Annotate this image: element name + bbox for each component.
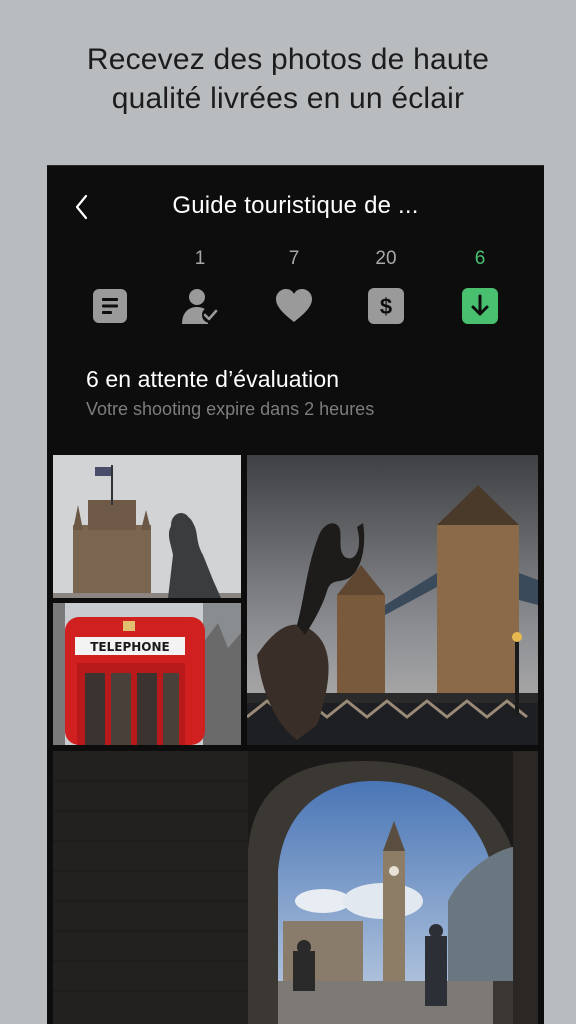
tab-selected[interactable]: 1: [165, 246, 235, 326]
top-bar: Guide touristique de ...: [47, 166, 544, 246]
pending-section: 6 en attente d’évaluation Votre shooting…: [86, 366, 374, 420]
tab-purchases[interactable]: 20 $: [351, 246, 421, 326]
tab-details[interactable]: [75, 246, 145, 326]
svg-text:$: $: [380, 294, 392, 319]
tab-selected-count: 1: [194, 248, 206, 269]
dollar-icon: $: [368, 288, 404, 324]
page-title: Guide touristique de ...: [172, 192, 419, 219]
promo-line-2: qualité livrées en un éclair: [111, 82, 465, 115]
tab-downloads[interactable]: 6: [445, 246, 515, 326]
download-icon: [462, 288, 498, 324]
tab-details-count: [75, 246, 145, 272]
heart-icon: [276, 289, 312, 322]
app-screen: Guide touristique de ... 1 7 20 $ 6 6 en…: [47, 165, 544, 1024]
list-icon: [93, 289, 127, 323]
tab-favorites[interactable]: 7: [259, 246, 329, 326]
photo-tower-bridge[interactable]: [247, 455, 538, 745]
pending-heading: 6 en attente d’évaluation: [86, 366, 340, 392]
photo-parliament-statue[interactable]: [53, 455, 241, 598]
tab-purchases-count: 20: [375, 248, 397, 269]
stats-bar: 1 7 20 $ 6: [47, 246, 544, 326]
tab-downloads-count: 6: [474, 248, 486, 269]
promo-line-1: Recevez des photos de haute: [86, 43, 490, 76]
user-check-icon: [182, 289, 218, 324]
photo-arch-big-ben[interactable]: [53, 751, 538, 1024]
photo-telephone-booth[interactable]: TELEPHONE: [53, 603, 241, 745]
tab-favorites-count: 7: [288, 248, 300, 269]
pending-subtext: Votre shooting expire dans 2 heures: [86, 399, 375, 419]
telephone-sign: TELEPHONE: [90, 640, 170, 654]
promo-headline: Recevez des photos de haute qualité livr…: [0, 40, 576, 118]
